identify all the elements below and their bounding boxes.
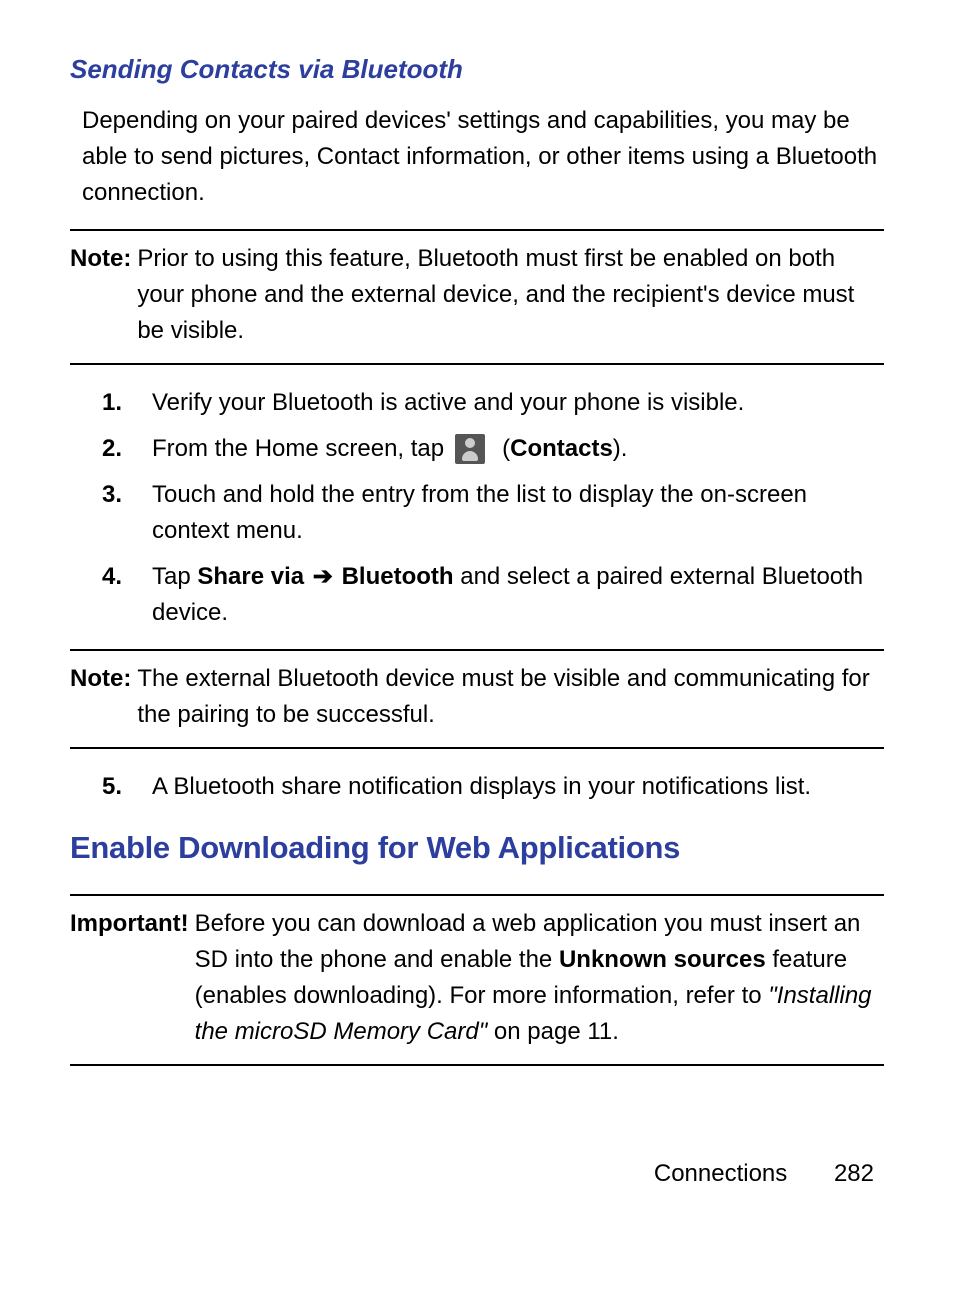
- note-label: Note:: [70, 241, 131, 349]
- subsection-heading: Sending Contacts via Bluetooth: [70, 50, 884, 89]
- step-number: 4.: [102, 559, 152, 631]
- important-fragment: on page 11.: [487, 1018, 619, 1045]
- important-label: Important!: [70, 906, 189, 1050]
- step-4: 4. Tap Share via ➔ Bluetooth and select …: [70, 559, 884, 631]
- step-fragment: Tap: [152, 563, 197, 590]
- step-number: 1.: [102, 385, 152, 421]
- step-text: A Bluetooth share notification displays …: [152, 769, 884, 805]
- unknown-sources-label: Unknown sources: [559, 946, 766, 973]
- step-fragment: From the Home screen, tap: [152, 435, 451, 462]
- step-1: 1. Verify your Bluetooth is active and y…: [70, 385, 884, 421]
- contacts-label: Contacts: [510, 435, 613, 462]
- share-via-label: Share via: [197, 563, 304, 590]
- important-body: Before you can download a web applicatio…: [195, 906, 884, 1050]
- important-block: Important! Before you can download a web…: [70, 894, 884, 1066]
- footer-page-number: 282: [834, 1160, 874, 1187]
- step-number: 3.: [102, 477, 152, 549]
- step-text: Verify your Bluetooth is active and your…: [152, 385, 884, 421]
- steps-list-2: 5. A Bluetooth share notification displa…: [70, 769, 884, 805]
- contacts-icon: [455, 434, 485, 464]
- step-text: Touch and hold the entry from the list t…: [152, 477, 884, 549]
- page-footer: Connections 282: [70, 1156, 884, 1192]
- step-text: Tap Share via ➔ Bluetooth and select a p…: [152, 559, 884, 631]
- step-number: 2.: [102, 431, 152, 467]
- bluetooth-label: Bluetooth: [342, 563, 454, 590]
- arrow-icon: ➔: [311, 563, 335, 590]
- step-number: 5.: [102, 769, 152, 805]
- note-label: Note:: [70, 661, 131, 733]
- note-block-2: Note: The external Bluetooth device must…: [70, 649, 884, 749]
- step-2: 2. From the Home screen, tap (Contacts).: [70, 431, 884, 467]
- note-body: Prior to using this feature, Bluetooth m…: [137, 241, 884, 349]
- intro-paragraph: Depending on your paired devices' settin…: [82, 103, 884, 211]
- steps-list-1: 1. Verify your Bluetooth is active and y…: [70, 385, 884, 631]
- step-text: From the Home screen, tap (Contacts).: [152, 431, 884, 467]
- note-body: The external Bluetooth device must be vi…: [137, 661, 884, 733]
- section-heading: Enable Downloading for Web Applications: [70, 825, 884, 872]
- step-3: 3. Touch and hold the entry from the lis…: [70, 477, 884, 549]
- note-block-1: Note: Prior to using this feature, Bluet…: [70, 229, 884, 365]
- step-5: 5. A Bluetooth share notification displa…: [70, 769, 884, 805]
- footer-section: Connections: [654, 1160, 787, 1187]
